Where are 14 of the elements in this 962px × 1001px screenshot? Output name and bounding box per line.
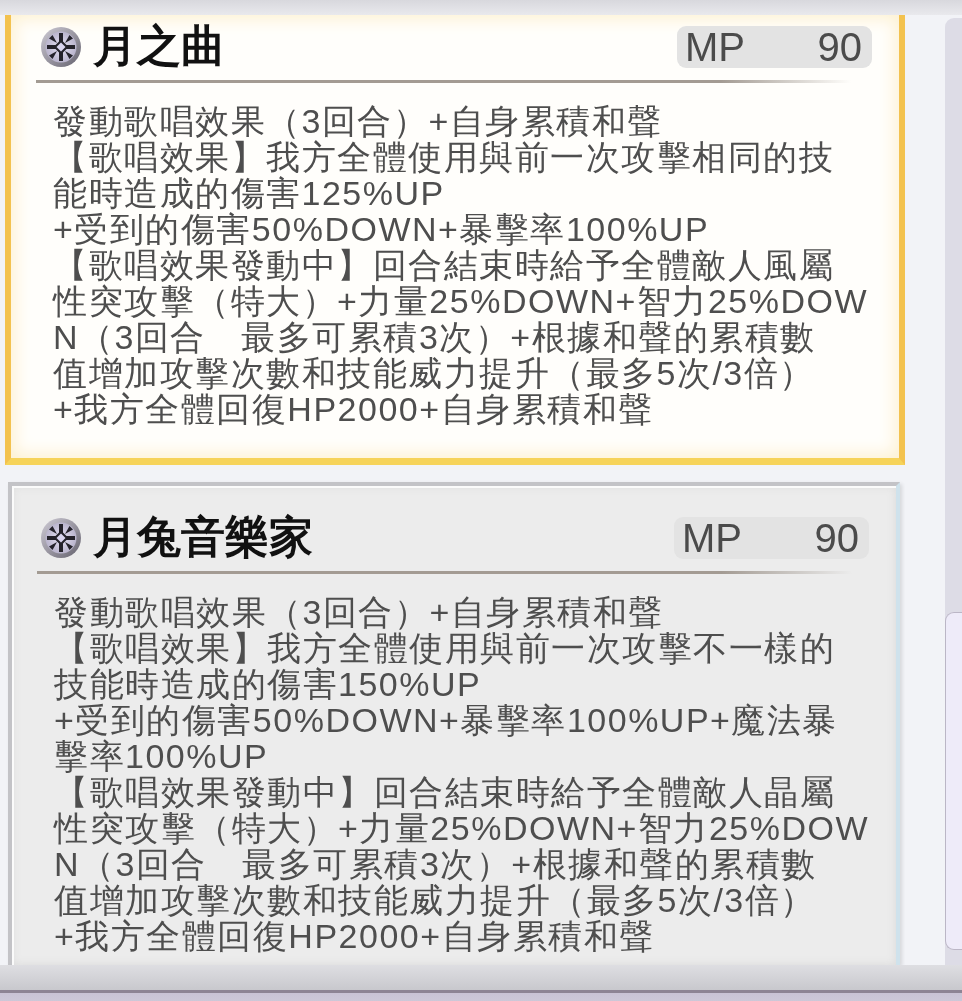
skill-card[interactable] <box>8 482 900 965</box>
mp-label: MP <box>682 517 742 559</box>
scrollbar-thumb[interactable] <box>945 612 962 950</box>
diamond-emblem-icon <box>41 27 81 67</box>
mp-cost: 90 <box>817 26 862 68</box>
mp-cost: 90 <box>814 517 859 559</box>
skill-title: 月兔音樂家 <box>93 516 313 560</box>
diamond-emblem-icon <box>41 518 81 558</box>
mp-label: MP <box>685 26 745 68</box>
skill-description: 發動歌唱效果（3回合）+自身累積和聲 【歌唱效果】我方全體使用與前一次攻擊相同的技 能時造成的傷害125%UP +受到的傷害50%DOWN+暴擊率100%UP 【歌唱效果發動中】回合結束時給予全體敵人風屬 性突攻擊（特大）+力量25%DOWN+智力25%DOW N（3回合 最多可累積3次）+根據和聲的累積數 值增加攻擊次數和技能威力提升（最多5次/3倍） +我方全體回復HP2000+自身累積和聲 <box>53 103 870 427</box>
skill-title: 月之曲 <box>93 25 225 69</box>
scrollbar-track[interactable] <box>945 18 962 965</box>
skill-card[interactable] <box>5 15 905 465</box>
skill-description: 發動歌唱效果（3回合）+自身累積和聲 【歌唱效果】我方全體使用與前一次攻擊不一樣的 技能時造成的傷害150%UP +受到的傷害50%DOWN+暴擊率100%UP+魔法暴 擊率100%UP 【歌唱效果發動中】回合結束時給予全體敵人晶屬 性突攻擊（特大）+力量25%DOWN+智力25%DOW N（3回合 最多可累積3次）+根據和聲的累積數 值增加攻擊次數和技能威力提升（最多5次/3倍） +我方全體回復HP2000+自身累積和聲 <box>54 594 871 954</box>
